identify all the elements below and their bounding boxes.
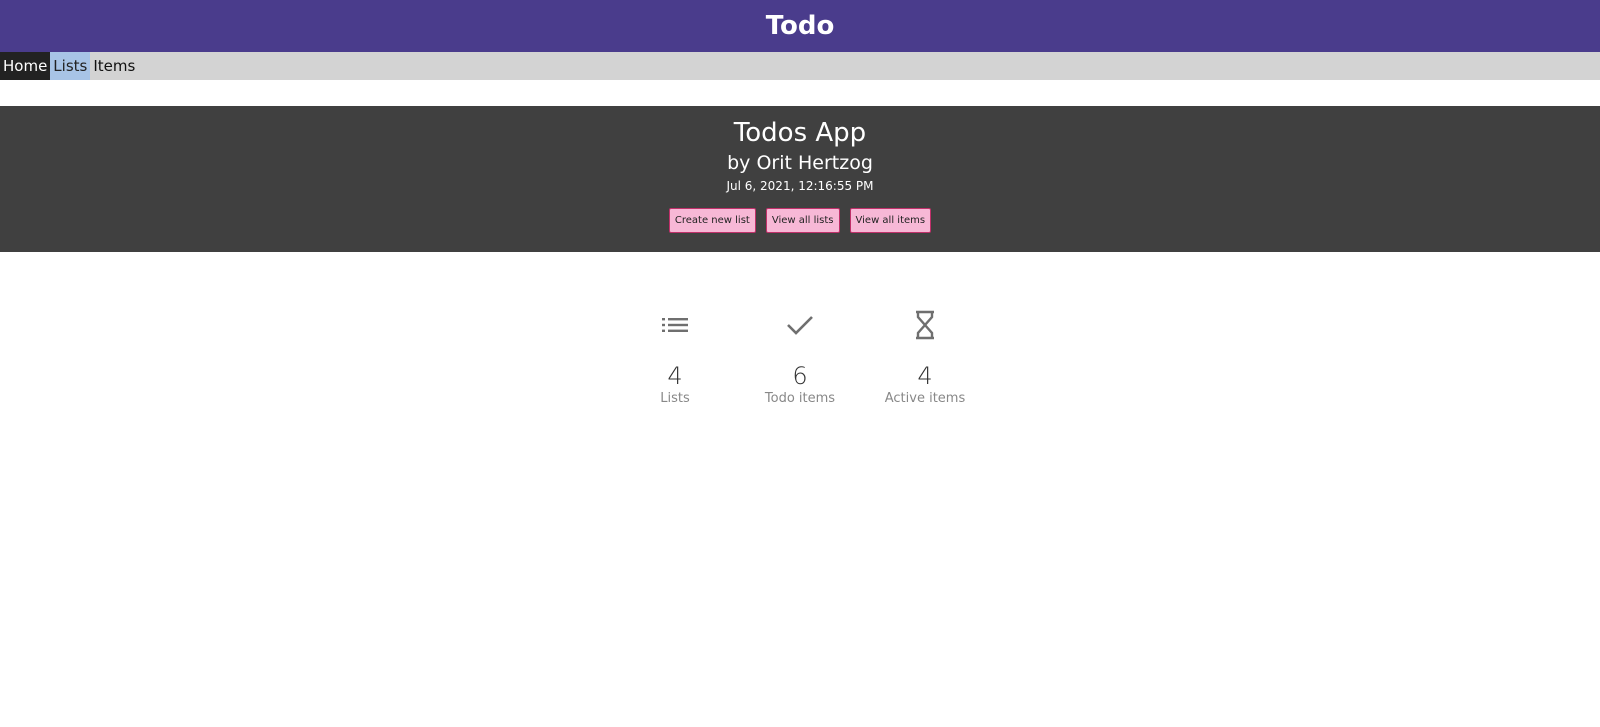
todo-items-label: Todo items	[764, 391, 836, 406]
app-header: Todo	[0, 0, 1600, 52]
lists-count: 4	[667, 362, 683, 390]
check-icon	[738, 305, 863, 345]
hero-banner: Todos App by Orit Hertzog Jul 6, 2021, 1…	[0, 106, 1600, 252]
list-icon	[613, 305, 738, 345]
stat-todo-items: 6 Todo items	[738, 305, 863, 406]
stats-panel: 4 Lists 6 Todo items 4 Active items	[0, 305, 1600, 406]
view-all-lists-button[interactable]: View all lists	[765, 208, 840, 233]
stat-active-items: 4 Active items	[863, 305, 988, 406]
nav-bar: Home Lists Items	[0, 52, 1600, 80]
hero-author: by Orit Hertzog	[727, 152, 873, 174]
hero-title: Todos App	[733, 118, 867, 148]
todo-items-count: 6	[792, 362, 808, 390]
active-items-count: 4	[917, 362, 933, 390]
nav-item-items[interactable]: Items	[90, 52, 138, 80]
hourglass-icon	[863, 305, 988, 345]
hero-button-group: Create new list View all lists View all …	[0, 208, 1600, 233]
active-items-label: Active items	[884, 391, 966, 406]
create-new-list-button[interactable]: Create new list	[668, 208, 756, 233]
app-title: Todo	[765, 11, 835, 41]
view-all-items-button[interactable]: View all items	[849, 208, 932, 233]
lists-label: Lists	[660, 391, 690, 406]
nav-item-home[interactable]: Home	[0, 52, 51, 80]
hero-date: Jul 6, 2021, 12:16:55 PM	[726, 179, 874, 193]
nav-item-lists[interactable]: Lists	[50, 52, 91, 80]
stat-lists: 4 Lists	[613, 305, 738, 406]
